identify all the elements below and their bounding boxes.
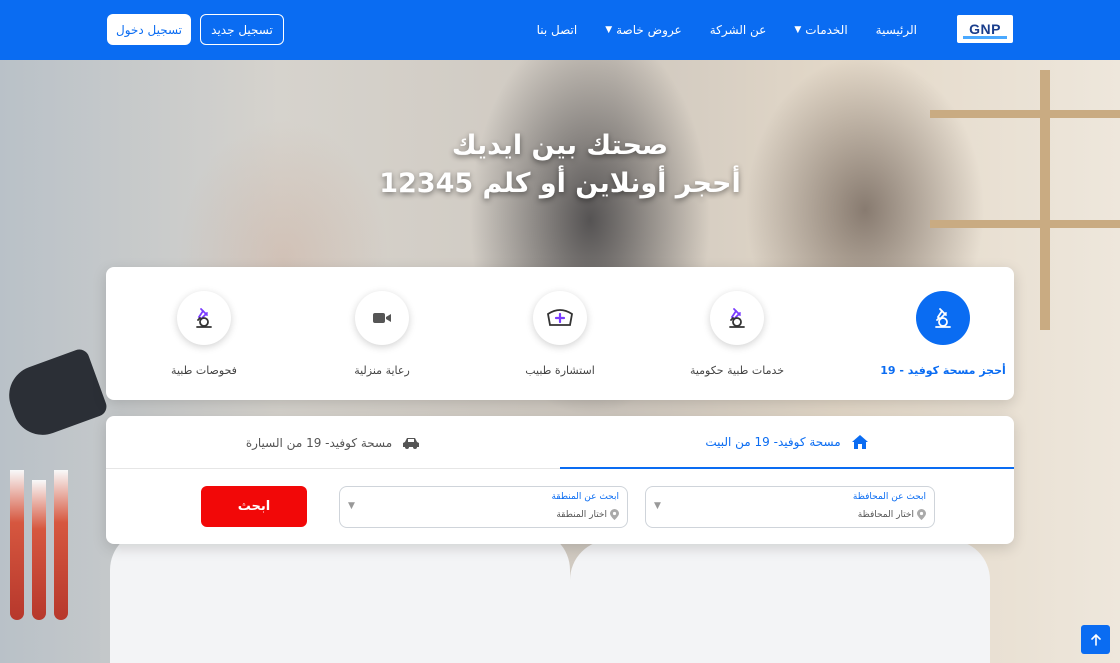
service-covid-booking[interactable]: أحجز مسحة كوفيد - 19 [868,291,1018,377]
logo-text: GNP [969,21,1001,37]
doctor-lab-coat [110,530,570,663]
tab-label: مسحة كوفيد- 19 من السيارة [245,435,393,450]
test-tube [54,470,68,620]
area-select[interactable]: ابحث عن المنطقة اختار المنطقة ▼ [339,486,628,528]
microscope-icon [916,291,970,345]
car-icon [403,437,420,449]
service-label: أحجز مسحة كوفيد - 19 [880,364,1006,377]
hero-title: صحتك بين ايديك [451,130,669,161]
bookshelf [930,110,1120,118]
tab-label: مسحة كوفيد- 19 من البيت [705,434,841,449]
field-label: ابحث عن المحافظة [852,492,926,502]
hero-headline: صحتك بين ايديك أحجر أونلاين أو كلم 12345 [0,128,1120,204]
tab-covid-home[interactable]: مسحة كوفيد- 19 من البيت [560,416,1014,469]
nav-link-label: اتصل بنا [536,23,578,37]
nav-link-offers[interactable]: عروض خاصة ▼ [605,23,682,37]
video-camera-icon [355,291,409,345]
service-medical-checkups[interactable]: فحوصات طبية [129,291,279,377]
field-value: اختار المحافظة [858,509,926,520]
service-home-care[interactable]: رعاية منزلية [307,291,457,377]
location-pin-icon [610,509,619,520]
chevron-down-icon: ▼ [654,501,661,511]
hero-subtitle: أحجر أونلاين أو كلم 12345 [379,168,741,199]
chevron-down-icon: ▼ [605,25,613,35]
login-button[interactable]: تسجيل دخول [107,14,191,45]
chevron-down-icon: ▼ [348,501,355,511]
search-button[interactable]: ابحث [201,486,307,527]
logo-accent [963,36,1007,39]
service-government-medical[interactable]: خدمات طبية حكومية [662,291,812,377]
field-placeholder: اختار المحافظة [857,509,914,520]
microscope-illustration [0,346,110,444]
nav-link-contact[interactable]: اتصل بنا [537,23,578,37]
service-label: فحوصات طبية [171,364,237,377]
nav-link-label: الرئيسية [875,23,917,37]
microscope-icon [710,291,764,345]
register-button[interactable]: تسجيل جديد [200,14,284,45]
nurse-cap-icon [533,291,587,345]
booking-tabs: مسحة كوفيد- 19 من البيت مسحة كوفيد- 19 م… [106,416,1014,469]
site-logo[interactable]: GNP [957,15,1013,43]
nav-link-label: عن الشركة [709,23,767,37]
home-icon [851,434,868,449]
nav-link-home[interactable]: الرئيسية [876,23,917,37]
nav-link-label: الخدمات [805,23,848,37]
field-label: ابحث عن المنطقة [551,492,619,502]
tab-covid-car[interactable]: مسحة كوفيد- 19 من السيارة [106,416,560,469]
nav-links: الرئيسية الخدمات ▼ عن الشركة عروض خاصة ▼ ا… [537,0,917,60]
location-pin-icon [917,509,926,520]
service-label: رعاية منزلية [354,364,410,377]
doctor-lab-coat [570,540,990,663]
field-value: اختار المنطقة [556,509,619,520]
governorate-select[interactable]: ابحث عن المحافظة اختار المحافظة ▼ [645,486,935,528]
bookshelf [930,220,1120,228]
chevron-down-icon: ▼ [794,25,802,35]
service-label: استشارة طبيب [525,364,595,377]
service-label: خدمات طبية حكومية [689,364,785,377]
field-placeholder: اختار المنطقة [556,509,607,520]
booking-panel: مسحة كوفيد- 19 من البيت مسحة كوفيد- 19 م… [106,416,1014,544]
microscope-icon [177,291,231,345]
test-tube [32,480,46,620]
nav-link-about[interactable]: عن الشركة [710,23,767,37]
services-card: أحجز مسحة كوفيد - 19 خدمات طبية حكومية ا… [106,267,1014,400]
scroll-to-top-button[interactable] [1081,625,1110,654]
nav-link-services[interactable]: الخدمات ▼ [794,23,847,37]
arrow-up-icon [1090,633,1101,646]
service-doctor-consultation[interactable]: استشارة طبيب [485,291,635,377]
top-navbar: GNP الرئيسية الخدمات ▼ عن الشركة عروض خاص… [0,0,1120,60]
test-tube [10,470,24,620]
nav-link-label: عروض خاصة [616,23,682,37]
